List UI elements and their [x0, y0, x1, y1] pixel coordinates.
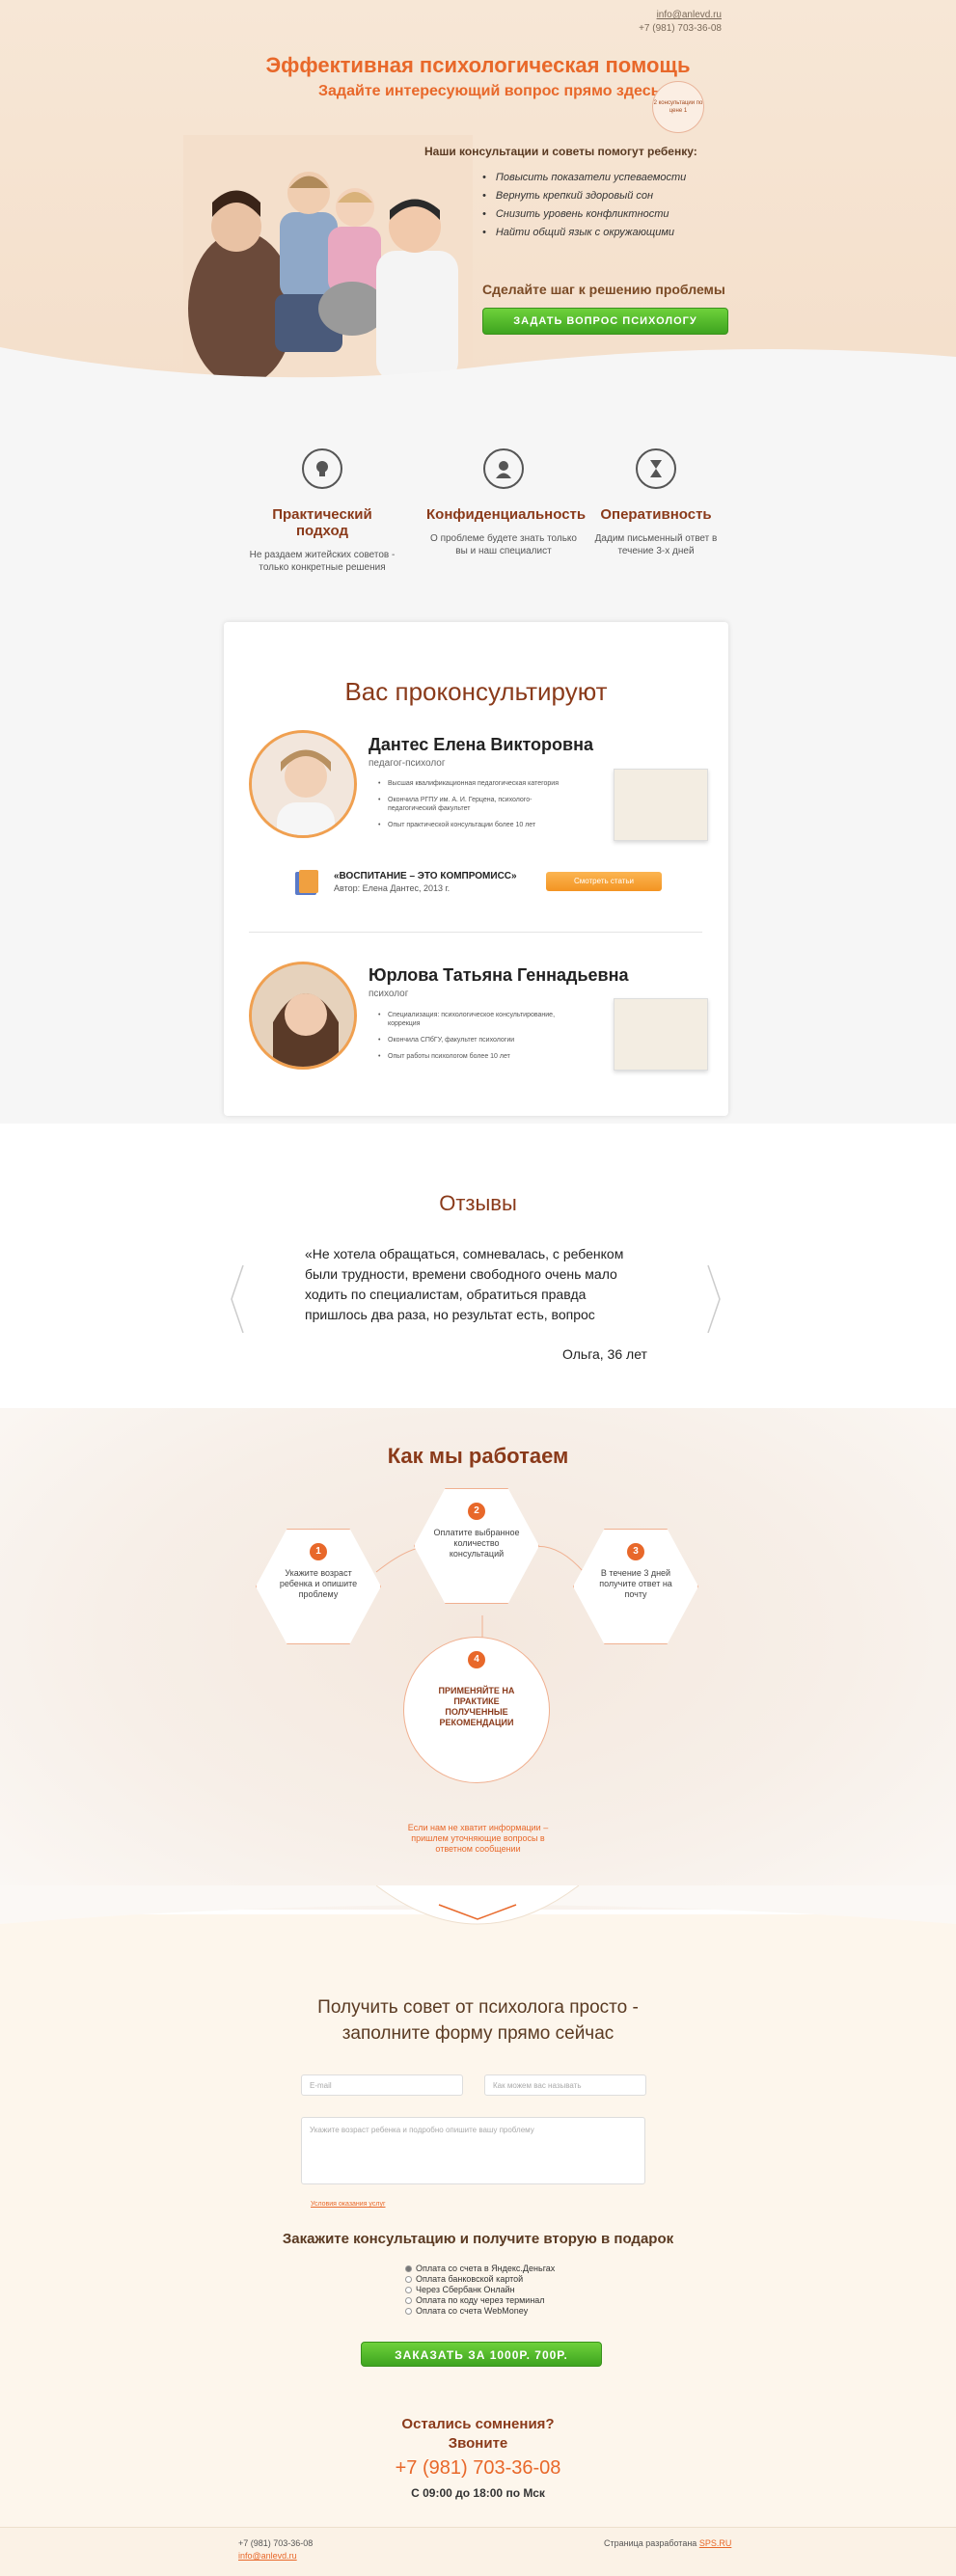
step-4: 4 ПРИМЕНЯЙТЕ НА ПРАКТИКЕ ПОЛУЧЕННЫЕ РЕКО… — [403, 1637, 550, 1783]
radio-icon[interactable] — [405, 2308, 412, 2316]
fact-item: Специализация: психологическое консульти… — [378, 1011, 571, 1028]
fact-item: Опыт работы психологом более 10 лет — [378, 1052, 571, 1061]
form-title: Получить совет от психолога просто - зап… — [317, 1997, 639, 2044]
hourglass-icon — [636, 448, 676, 489]
help-heading: Наши консультации и советы помогут ребен… — [424, 145, 697, 158]
diploma-image[interactable] — [614, 769, 708, 841]
payment-option[interactable]: Оплата по коду через терминал — [405, 2295, 555, 2306]
specialist-role: психолог — [369, 989, 409, 999]
work-hours: С 09:00 до 18:00 по Мск — [411, 2486, 545, 2500]
help-item: Вернуть крепкий здоровый сон — [482, 187, 686, 205]
lightbulb-icon — [302, 448, 342, 489]
help-list: Повысить показатели успеваемости Вернуть… — [482, 169, 686, 242]
fact-item: Окончила СПбГУ, факультет психологии — [378, 1036, 571, 1044]
payment-option[interactable]: Оплата со счета в Яндекс.Деньгах — [405, 2264, 555, 2274]
hero-section: info@anlevd.ru +7 (981) 703-36-08 Эффект… — [0, 0, 956, 381]
book-title: «ВОСПИТАНИЕ – ЭТО КОМПРОМИСС» — [334, 871, 517, 881]
diploma-image[interactable] — [614, 998, 708, 1071]
step-number: 3 — [627, 1543, 644, 1560]
payment-option[interactable]: Через Сбербанк Онлайн — [405, 2285, 555, 2295]
developer-link[interactable]: SPS.RU — [699, 2538, 732, 2548]
feature-fast: Оперативность Дадим письменный ответ в т… — [579, 448, 733, 557]
specialist-name: Дантес Елена Викторовна — [369, 735, 593, 754]
how-title: Как мы работаем — [387, 1444, 569, 1468]
feature-title: Конфиденциальность — [426, 506, 587, 523]
footer-developer: Страница разработана SPS.RU — [604, 2538, 732, 2548]
step-number: 4 — [468, 1651, 485, 1668]
reviews-title: Отзывы — [439, 1191, 517, 1215]
review-text: «Не хотела обращаться, сомневалась, с ре… — [305, 1246, 624, 1322]
footer-email-link[interactable]: info@anlevd.ru — [238, 2551, 297, 2561]
fact-item: Окончила РГПУ им. А. И. Герцена, психоло… — [378, 796, 571, 813]
footer-phone: +7 (981) 703-36-08 — [238, 2538, 314, 2548]
order-button[interactable]: ЗАКАЗАТЬ ЗА 1000Р. 700Р. — [361, 2342, 602, 2367]
step-number: 1 — [310, 1543, 327, 1560]
book-author: Автор: Елена Дантес, 2013 г. — [334, 883, 451, 893]
message-field[interactable]: Укажите возраст ребенка и подробно опиши… — [301, 2117, 645, 2184]
book-icon — [295, 870, 318, 895]
form-wave — [0, 1885, 956, 1925]
specialist-photo — [249, 730, 357, 838]
step-desc: Укажите возраст ребенка и опишите пробле… — [279, 1568, 358, 1599]
fact-item: Опыт практической консультации более 10 … — [378, 821, 571, 829]
hero-wave — [0, 347, 956, 381]
review-author: Ольга, 36 лет — [562, 1346, 647, 1362]
feature-practical: Практический подход Не раздаем житейских… — [245, 448, 399, 574]
divider — [249, 932, 702, 933]
page-title: Эффективная психологическая помощь — [265, 53, 691, 77]
help-item: Найти общий язык с окружающими — [482, 224, 686, 242]
prev-arrow-icon[interactable] — [230, 1265, 245, 1333]
radio-icon[interactable] — [405, 2297, 412, 2305]
specialist-facts: Высшая квалификационная педагогическая к… — [378, 779, 571, 837]
page-subtitle: Задайте интересующий вопрос прямо здесь — [318, 83, 661, 99]
feature-confidential: Конфиденциальность О проблеме будете зна… — [426, 448, 587, 557]
step-prompt: Сделайте шаг к решению проблемы — [482, 282, 725, 297]
help-item: Повысить показатели успеваемости — [482, 169, 686, 187]
fact-item: Высшая квалификационная педагогическая к… — [378, 779, 571, 788]
help-item: Снизить уровень конфликтности — [482, 205, 686, 224]
radio-icon[interactable] — [405, 2287, 412, 2294]
step-desc: Оплатите выбранное количество консультац… — [433, 1528, 520, 1559]
feature-title: Оперативность — [600, 506, 712, 523]
order-title: Закажите консультацию и получите вторую … — [282, 2231, 674, 2247]
payment-option[interactable]: Оплата со счета WebMoney — [405, 2306, 555, 2317]
header-email-link[interactable]: info@anlevd.ru — [657, 10, 722, 20]
payment-option[interactable]: Оплата банковской картой — [405, 2274, 555, 2285]
contact-phone[interactable]: +7 (981) 703-36-08 — [0, 2457, 956, 2480]
email-field[interactable]: E-mail — [301, 2074, 463, 2096]
how-note: Если нам не хватит информации – пришлем … — [407, 1823, 549, 1854]
specialist-name: Юрлова Татьяна Геннадьевна — [369, 965, 629, 985]
name-field[interactable]: Как можем вас называть — [484, 2074, 646, 2096]
specialist-photo — [249, 962, 357, 1070]
step-desc: ПРИМЕНЯЙТЕ НА ПРАКТИКЕ ПОЛУЧЕННЫЕ РЕКОМЕ… — [438, 1686, 515, 1727]
feature-desc: О проблеме будете знать только вы и наш … — [430, 533, 577, 556]
terms-link[interactable]: Условия оказания услуг — [311, 2201, 386, 2208]
radio-icon[interactable] — [405, 2265, 412, 2273]
book-promo: «ВОСПИТАНИЕ – ЭТО КОМПРОМИСС» Автор: Еле… — [224, 839, 728, 931]
step-number: 2 — [468, 1503, 485, 1520]
doubt-text: Остались сомнения? Звоните — [401, 2416, 555, 2452]
feature-desc: Дадим письменный ответ в течение 3-х дне… — [594, 533, 718, 556]
header-phone: +7 (981) 703-36-08 — [639, 23, 722, 34]
ask-psychologist-button[interactable]: ЗАДАТЬ ВОПРОС ПСИХОЛОГУ — [482, 308, 728, 335]
payment-options: Оплата со счета в Яндекс.Деньгах Оплата … — [405, 2264, 555, 2317]
specialist-role: педагог-психолог — [369, 758, 446, 769]
user-icon — [483, 448, 524, 489]
specialist-facts: Специализация: психологическое консульти… — [378, 1011, 571, 1069]
view-articles-button[interactable]: Смотреть статьи — [546, 872, 662, 891]
next-arrow-icon[interactable] — [706, 1265, 722, 1333]
step-desc: В течение 3 дней получите ответ на почту — [599, 1568, 672, 1599]
footer — [0, 2527, 956, 2576]
feature-title: Практический подход — [272, 506, 372, 539]
specialists-title: Вас проконсультируют — [344, 677, 608, 706]
radio-icon[interactable] — [405, 2276, 412, 2284]
feature-desc: Не раздаем житейских советов - только ко… — [249, 550, 396, 573]
promo-badge: 2 консультации по цене 1 — [652, 81, 704, 133]
